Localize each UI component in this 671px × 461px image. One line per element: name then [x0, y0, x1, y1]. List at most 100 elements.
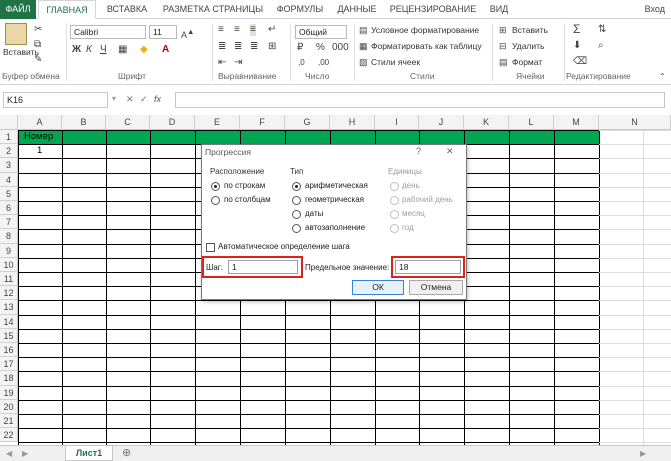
row-header-17[interactable]: 17 — [0, 357, 18, 372]
row-header-19[interactable]: 19 — [0, 385, 18, 400]
scroll-left-icon[interactable]: ◀ — [6, 448, 12, 460]
decrease-indent-icon[interactable]: ⇤ — [218, 57, 226, 69]
align-right-icon[interactable]: ≣ — [250, 41, 258, 53]
align-bottom-icon[interactable]: ≡ — [250, 24, 256, 36]
insert-function-icon[interactable]: fx — [154, 93, 161, 105]
number-format-select[interactable]: Общий — [295, 25, 347, 39]
row-header-22[interactable]: 22 — [0, 428, 18, 443]
geometric-radio[interactable] — [292, 196, 301, 205]
year-radio[interactable] — [390, 224, 399, 233]
close-icon[interactable]: ✕ — [446, 146, 454, 157]
cut-icon[interactable]: ✂ — [34, 24, 42, 36]
column-header-c[interactable]: C — [106, 115, 150, 130]
day-label[interactable]: день — [402, 181, 420, 190]
bold-button[interactable]: Ж — [72, 44, 81, 56]
row-header-6[interactable]: 6 — [0, 201, 18, 216]
italic-button[interactable]: К — [86, 44, 92, 56]
row-header-20[interactable]: 20 — [0, 399, 18, 414]
day-radio[interactable] — [390, 182, 399, 191]
by-rows-label[interactable]: по строкам — [224, 181, 265, 190]
cell-styles-button[interactable]: Стили ячеек — [371, 57, 420, 67]
column-header-i[interactable]: I — [375, 115, 419, 130]
collapse-ribbon-icon[interactable]: ⌃ — [659, 71, 666, 83]
percent-icon[interactable]: % — [316, 42, 325, 54]
sheet-tab-list1[interactable]: Лист1 — [65, 446, 113, 461]
delete-cells-button[interactable]: Удалить — [512, 41, 544, 51]
dates-label[interactable]: даты — [305, 209, 323, 218]
row-header-14[interactable]: 14 — [0, 314, 18, 329]
column-header-j[interactable]: J — [419, 115, 464, 130]
column-header-m[interactable]: M — [554, 115, 599, 130]
format-cells-button[interactable]: Формат — [512, 57, 542, 67]
currency-icon[interactable]: ₽ — [297, 42, 303, 54]
row-header-15[interactable]: 15 — [0, 328, 18, 343]
arithmetic-radio[interactable] — [292, 182, 301, 191]
format-painter-icon[interactable]: ✎ — [34, 54, 42, 66]
tab-data[interactable]: ДАННЫЕ — [332, 0, 382, 19]
increase-decimal-icon[interactable]: ,0 — [298, 57, 305, 69]
tab-view[interactable]: ВИД — [484, 0, 514, 19]
fill-icon[interactable]: ⬇ — [573, 40, 581, 52]
add-sheet-icon[interactable]: ⊕ — [122, 447, 131, 459]
font-name-select[interactable]: Calibri — [70, 25, 146, 39]
clipboard-icon[interactable] — [5, 23, 27, 45]
fill-color-icon[interactable]: ◆ — [140, 44, 148, 56]
cell-a1[interactable]: Номер — [24, 131, 53, 142]
row-header-2[interactable]: 2 — [0, 144, 18, 159]
borders-icon[interactable]: ▦ — [118, 44, 127, 56]
tab-page-layout[interactable]: РАЗМЕТКА СТРАНИЦЫ — [158, 0, 268, 19]
font-color-icon[interactable]: A — [162, 44, 169, 56]
tab-insert[interactable]: ВСТАВКА — [100, 0, 154, 19]
column-header-f[interactable]: F — [240, 115, 285, 130]
row-header-13[interactable]: 13 — [0, 300, 18, 315]
column-header-g[interactable]: G — [285, 115, 330, 130]
row-header-16[interactable]: 16 — [0, 343, 18, 358]
sort-filter-icon[interactable]: ⇅ — [598, 24, 606, 36]
cancel-button[interactable]: Отмена — [409, 280, 463, 295]
align-center-icon[interactable]: ≣ — [234, 41, 242, 53]
workday-radio[interactable] — [390, 196, 399, 205]
help-button[interactable]: ? — [416, 146, 421, 156]
insert-cells-button[interactable]: Вставить — [512, 25, 548, 35]
tab-file[interactable]: ФАЙЛ — [0, 0, 36, 19]
by-columns-radio[interactable] — [211, 196, 220, 205]
column-header-l[interactable]: L — [509, 115, 554, 130]
name-box[interactable]: K16 — [3, 92, 108, 108]
enter-icon[interactable]: ✓ — [140, 93, 148, 105]
column-header-a[interactable]: A — [18, 115, 62, 130]
clear-icon[interactable]: ⌫ — [573, 56, 587, 68]
geometric-label[interactable]: геометрическая — [305, 195, 364, 204]
sign-in-link[interactable]: Вход — [645, 0, 665, 19]
row-header-4[interactable]: 4 — [0, 172, 18, 187]
font-size-select[interactable]: 11 — [149, 25, 177, 39]
row-header-8[interactable]: 8 — [0, 229, 18, 244]
workday-label[interactable]: рабочий день — [402, 195, 453, 204]
decrease-decimal-icon[interactable]: ,00 — [318, 57, 329, 69]
column-header-e[interactable]: E — [195, 115, 240, 130]
underline-button[interactable]: Ч — [100, 44, 107, 56]
row-header-11[interactable]: 11 — [0, 272, 18, 287]
row-header-5[interactable]: 5 — [0, 186, 18, 201]
conditional-formatting-button[interactable]: Условное форматирование — [371, 25, 479, 35]
month-label[interactable]: месяц — [402, 209, 425, 218]
comma-style-icon[interactable]: 000 — [332, 42, 349, 54]
autofill-radio[interactable] — [292, 224, 301, 233]
tab-home[interactable]: ГЛАВНАЯ — [38, 0, 96, 19]
hscroll-right-icon[interactable]: ▶ — [640, 448, 646, 460]
name-box-dropdown-icon[interactable]: ▾ — [112, 93, 116, 105]
row-header-1[interactable]: 1 — [0, 130, 18, 145]
column-header-d[interactable]: D — [150, 115, 195, 130]
align-top-icon[interactable]: ≡ — [218, 24, 224, 36]
row-header-7[interactable]: 7 — [0, 215, 18, 230]
grow-font-icon[interactable]: A▲ — [181, 26, 194, 41]
month-radio[interactable] — [390, 210, 399, 219]
copy-icon[interactable]: ⧉ — [34, 39, 41, 51]
autofill-label[interactable]: автозаполнение — [305, 223, 365, 232]
formula-input[interactable] — [175, 92, 665, 108]
column-header-n[interactable]: N — [599, 115, 671, 130]
column-header-h[interactable]: H — [330, 115, 375, 130]
scroll-right-icon[interactable]: ▶ — [22, 448, 28, 460]
merge-cells-icon[interactable]: ⊞ — [268, 41, 276, 53]
cancel-icon[interactable]: ✕ — [126, 93, 134, 105]
find-select-icon[interactable]: ⌕ — [598, 40, 604, 52]
